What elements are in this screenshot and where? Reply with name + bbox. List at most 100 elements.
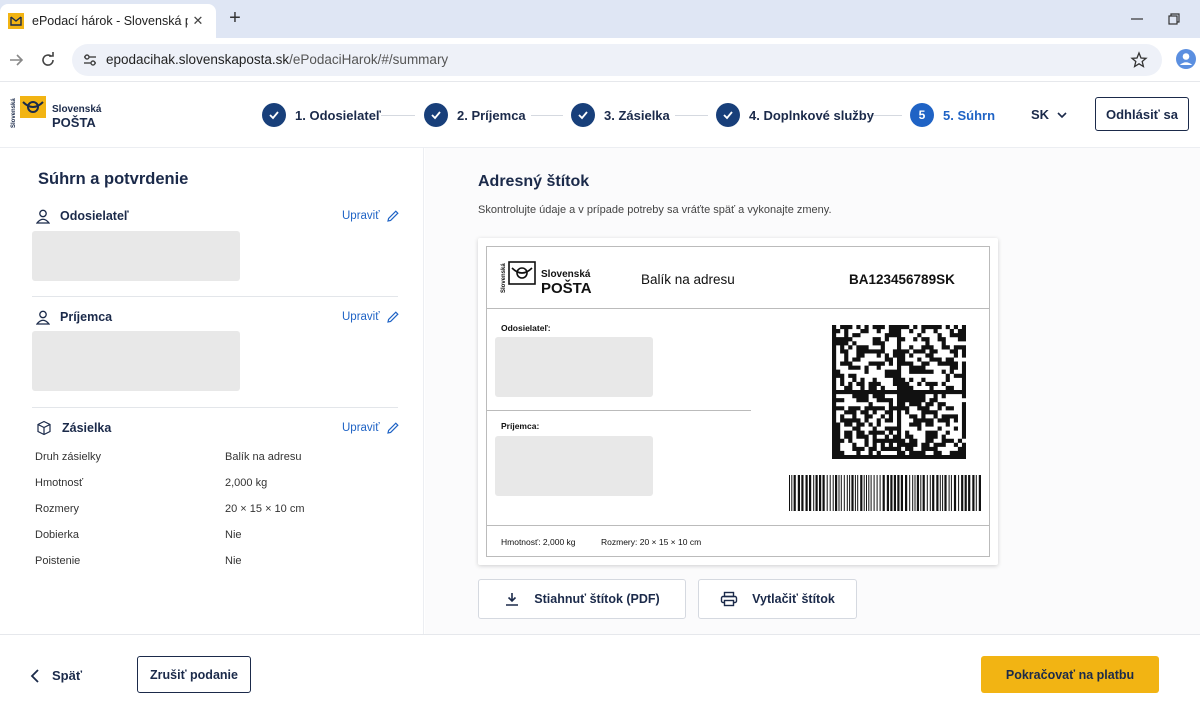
barcode-bar <box>920 475 922 511</box>
language-select[interactable]: SK <box>1031 107 1068 122</box>
shipment-section-title: Zásielka <box>62 421 112 435</box>
url-text: epodacihak.slovenskaposta.sk/ePodaciHaro… <box>106 52 448 67</box>
barcode-bar <box>978 475 981 511</box>
app-header: Slovenská Slovenská POŠTA 1. Odosielateľ… <box>0 82 1200 148</box>
barcode-bar <box>835 475 838 511</box>
url-host: epodacihak.slovenskaposta.sk <box>106 52 290 67</box>
profile-avatar-icon[interactable] <box>1175 48 1197 70</box>
print-label-button[interactable]: Vytlačiť štítok <box>698 579 857 619</box>
detail-key-dimensions: Rozmery <box>35 503 80 515</box>
logo-line2: POŠTA <box>52 115 96 130</box>
logout-button[interactable]: Odhlásiť sa <box>1095 97 1189 131</box>
barcode-bar <box>832 475 834 511</box>
detail-value-dimensions: 20 × 15 × 10 cm <box>225 503 305 515</box>
download-pdf-button[interactable]: Stiahnuť štítok (PDF) <box>478 579 686 619</box>
step-shipment[interactable]: 3. Zásielka <box>571 102 670 128</box>
barcode-bar <box>900 475 903 511</box>
continue-to-payment-button[interactable]: Pokračovať na platbu <box>981 656 1159 693</box>
summary-title: Súhrn a potvrdenie <box>38 170 189 188</box>
barcode-bar <box>939 475 941 511</box>
recipient-section-header: Príjemca <box>36 308 112 326</box>
edit-sender-link[interactable]: Upraviť <box>342 207 400 225</box>
barcode-bar <box>801 475 804 511</box>
barcode-bar <box>958 475 960 511</box>
browser-tab[interactable]: ePodací hárok - Slovenská pošta ✕ <box>0 4 216 38</box>
detail-value-weight: 2,000 kg <box>225 477 268 489</box>
barcode-bar <box>890 475 893 511</box>
barcode-bar <box>829 475 831 511</box>
chevron-down-icon <box>1057 111 1067 118</box>
edit-shipment-link[interactable]: Upraviť <box>342 419 400 437</box>
person-icon <box>36 310 50 325</box>
barcode-bar <box>797 475 800 511</box>
detail-key-type: Druh zásielky <box>35 451 102 463</box>
step-sender[interactable]: 1. Odosielateľ <box>262 102 381 128</box>
barcode-bar <box>819 475 822 511</box>
new-tab-icon[interactable]: + <box>224 8 246 30</box>
slovenska-posta-logo[interactable]: Slovenská Slovenská POŠTA <box>8 94 108 134</box>
barcode-bar <box>916 475 919 511</box>
back-button[interactable]: Späť <box>30 668 82 683</box>
barcode-bar <box>805 475 808 511</box>
barcode-bar <box>948 475 950 511</box>
barcode-bar <box>873 475 875 511</box>
step-extra-services[interactable]: 4. Doplnkové služby <box>716 102 874 128</box>
barcode-bar <box>893 475 896 511</box>
sender-section-title: Odosielateľ <box>60 209 129 223</box>
site-settings-icon[interactable] <box>82 52 98 68</box>
forward-arrow-icon[interactable] <box>6 50 26 70</box>
barcode-bar <box>972 475 975 511</box>
barcode-bar <box>912 475 914 511</box>
barcode-bar <box>860 475 863 511</box>
label-logo-line1: Slovenská <box>541 269 591 280</box>
label-posta-logo: Slovenská Slovenská POŠTA <box>501 261 592 297</box>
chevron-left-icon <box>30 668 39 683</box>
step-summary[interactable]: 5 5. Súhrn <box>910 102 995 128</box>
label-section-title: Adresný štítok <box>478 173 590 190</box>
browser-toolbar: epodacihak.slovenskaposta.sk/ePodaciHaro… <box>0 38 1200 82</box>
step-label: 5. Súhrn <box>943 107 996 123</box>
label-sender-placeholder <box>495 337 653 397</box>
barcode-bar <box>849 475 851 511</box>
barcode-bar <box>964 475 967 511</box>
barcode-bar <box>815 475 818 511</box>
barcode-bar <box>909 475 911 511</box>
edit-recipient-link[interactable]: Upraviť <box>342 308 400 326</box>
restore-icon[interactable] <box>1165 10 1183 28</box>
printer-icon <box>720 591 738 607</box>
barcode-bar <box>932 475 935 511</box>
url-path: /ePodaciHarok/#/summary <box>289 52 449 67</box>
barcode-bar <box>953 475 957 511</box>
cancel-submission-button[interactable]: Zrušiť podanie <box>137 656 251 693</box>
label-recipient-placeholder <box>495 436 653 496</box>
step-connector <box>531 115 563 116</box>
step-recipient[interactable]: 2. Príjemca <box>424 102 526 128</box>
label-preview-panel: Adresný štítok Skontrolujte údaje a v pr… <box>425 148 1200 634</box>
address-label: Slovenská Slovenská POŠTA Balík na adres… <box>486 246 990 557</box>
step-connector <box>675 115 708 116</box>
barcode-bar <box>846 475 848 511</box>
barcode-bar <box>886 475 889 511</box>
divider <box>32 296 398 297</box>
barcode-bar <box>822 475 825 511</box>
address-bar[interactable]: epodacihak.slovenskaposta.sk/ePodaciHaro… <box>72 44 1162 76</box>
barcode-bar <box>950 475 952 511</box>
logo-line1: Slovenská <box>52 104 102 115</box>
step-label: 4. Doplnkové služby <box>749 107 874 123</box>
step-label: 2. Príjemca <box>457 107 526 123</box>
logo-vertical-text: Slovenská <box>11 98 17 128</box>
label-weight: Hmotnosť: 2,000 kg <box>501 537 576 547</box>
wizard-footer: Späť Zrušiť podanie Pokračovať na platbu <box>0 634 1200 720</box>
language-value: SK <box>1031 107 1050 122</box>
barcode-bar <box>838 475 840 511</box>
barcode-bar <box>942 475 944 511</box>
bookmark-star-icon[interactable] <box>1130 51 1148 69</box>
close-tab-icon[interactable]: ✕ <box>188 13 208 29</box>
barcode <box>789 475 981 511</box>
reload-icon[interactable] <box>38 50 58 70</box>
minimize-icon[interactable] <box>1128 10 1146 28</box>
label-divider <box>487 410 751 411</box>
barcode-bar <box>936 475 939 511</box>
datamatrix-code <box>832 325 966 459</box>
edit-label: Upraviť <box>342 210 380 222</box>
